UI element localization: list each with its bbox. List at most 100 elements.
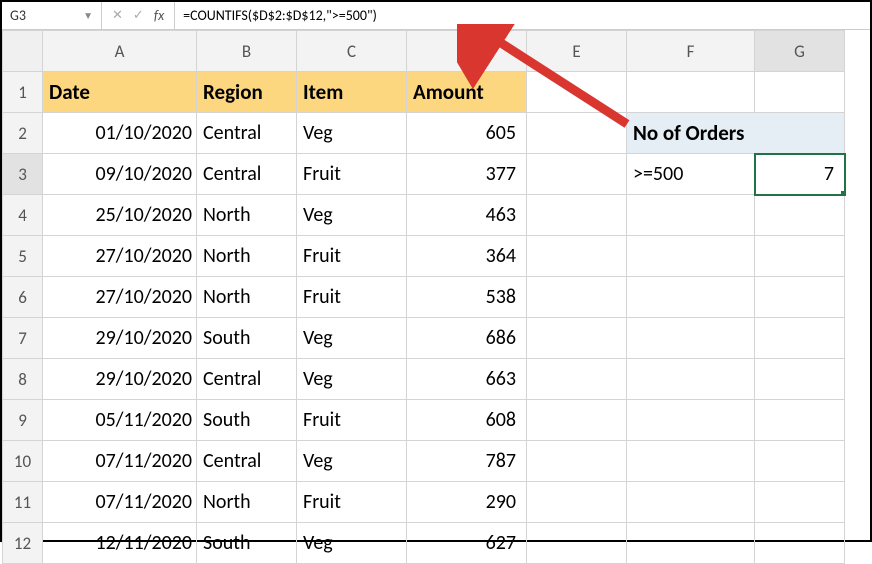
col-header-C[interactable]: C [297,31,407,72]
cell-amount[interactable]: 538 [407,277,527,318]
row-header-5[interactable]: 5 [3,236,43,277]
cell-item[interactable]: Fruit [297,482,407,523]
cell-amount[interactable]: 787 [407,441,527,482]
cell[interactable] [755,359,845,400]
row-header-11[interactable]: 11 [3,482,43,523]
cell-date[interactable]: 05/11/2020 [43,400,197,441]
cell[interactable] [527,482,627,523]
cell[interactable] [755,195,845,236]
col-header-G[interactable]: G [755,31,845,72]
cell[interactable] [527,154,627,195]
row-header-1[interactable]: 1 [3,72,43,113]
cell[interactable] [627,523,755,564]
cell[interactable] [527,277,627,318]
cell[interactable] [627,482,755,523]
col-header-D[interactable]: D [407,31,527,72]
cell[interactable] [627,359,755,400]
cell[interactable] [755,523,845,564]
cell-date[interactable]: 07/11/2020 [43,482,197,523]
name-box-dropdown-icon[interactable]: ▼ [83,9,93,22]
cell[interactable] [527,441,627,482]
cell[interactable] [627,318,755,359]
cell-item[interactable]: Veg [297,195,407,236]
cell-item[interactable]: Fruit [297,236,407,277]
cell[interactable] [627,195,755,236]
col-header-E[interactable]: E [527,31,627,72]
cell-amount[interactable]: 364 [407,236,527,277]
row-header-8[interactable]: 8 [3,359,43,400]
cell-date[interactable]: 01/10/2020 [43,113,197,154]
cell-region[interactable]: North [197,277,297,318]
header-amount[interactable]: Amount [407,72,527,113]
header-region[interactable]: Region [197,72,297,113]
cell-date[interactable]: 07/11/2020 [43,441,197,482]
cell-date[interactable]: 29/10/2020 [43,318,197,359]
cell[interactable] [527,400,627,441]
cell[interactable] [627,277,755,318]
cell-amount[interactable]: 605 [407,113,527,154]
cell-region[interactable]: South [197,523,297,564]
summary-result-cell[interactable]: 7 [755,154,845,195]
cell-date[interactable]: 12/11/2020 [43,523,197,564]
cell[interactable] [527,72,627,113]
row-header-3[interactable]: 3 [3,154,43,195]
cell[interactable] [627,400,755,441]
cell[interactable] [527,113,627,154]
cell[interactable] [755,441,845,482]
cell-amount[interactable]: 686 [407,318,527,359]
row-header-12[interactable]: 12 [3,523,43,564]
col-header-A[interactable]: A [43,31,197,72]
cell[interactable] [755,400,845,441]
cell-item[interactable]: Veg [297,359,407,400]
cell-date[interactable]: 29/10/2020 [43,359,197,400]
cell-item[interactable]: Veg [297,441,407,482]
cell[interactable] [755,72,845,113]
cell-date[interactable]: 27/10/2020 [43,277,197,318]
col-header-B[interactable]: B [197,31,297,72]
cell-item[interactable]: Veg [297,523,407,564]
formula-input[interactable] [175,2,870,29]
row-header-2[interactable]: 2 [3,113,43,154]
select-all-corner[interactable] [3,31,43,72]
row-header-9[interactable]: 9 [3,400,43,441]
cell-date[interactable]: 25/10/2020 [43,195,197,236]
cell-item[interactable]: Fruit [297,400,407,441]
cell-amount[interactable]: 663 [407,359,527,400]
cell[interactable] [627,441,755,482]
cell[interactable] [527,359,627,400]
cell-date[interactable]: 09/10/2020 [43,154,197,195]
cell-region[interactable]: South [197,318,297,359]
cell-region[interactable]: Central [197,154,297,195]
cell-region[interactable]: North [197,236,297,277]
cell-amount[interactable]: 377 [407,154,527,195]
cell[interactable] [755,277,845,318]
cell[interactable] [627,236,755,277]
cell-region[interactable]: North [197,482,297,523]
summary-criteria[interactable]: >=500 [627,154,755,195]
cell-amount[interactable]: 463 [407,195,527,236]
cell[interactable] [755,318,845,359]
cell-region[interactable]: Central [197,359,297,400]
row-header-6[interactable]: 6 [3,277,43,318]
cell[interactable] [527,523,627,564]
cell-item[interactable]: Veg [297,113,407,154]
fx-icon[interactable]: fx [154,7,164,24]
cell-amount[interactable]: 608 [407,400,527,441]
cell-item[interactable]: Fruit [297,154,407,195]
cell-date[interactable]: 27/10/2020 [43,236,197,277]
name-box[interactable]: G3 ▼ [2,2,102,29]
cell-item[interactable]: Fruit [297,277,407,318]
cell-amount[interactable]: 290 [407,482,527,523]
cell-region[interactable]: Central [197,441,297,482]
header-item[interactable]: Item [297,72,407,113]
row-header-10[interactable]: 10 [3,441,43,482]
enter-icon[interactable]: ✓ [133,8,144,23]
summary-title[interactable]: No of Orders [627,113,845,154]
cell[interactable] [627,72,755,113]
row-header-7[interactable]: 7 [3,318,43,359]
cell-region[interactable]: South [197,400,297,441]
cell-amount[interactable]: 627 [407,523,527,564]
cell[interactable] [755,236,845,277]
cell-region[interactable]: North [197,195,297,236]
col-header-F[interactable]: F [627,31,755,72]
